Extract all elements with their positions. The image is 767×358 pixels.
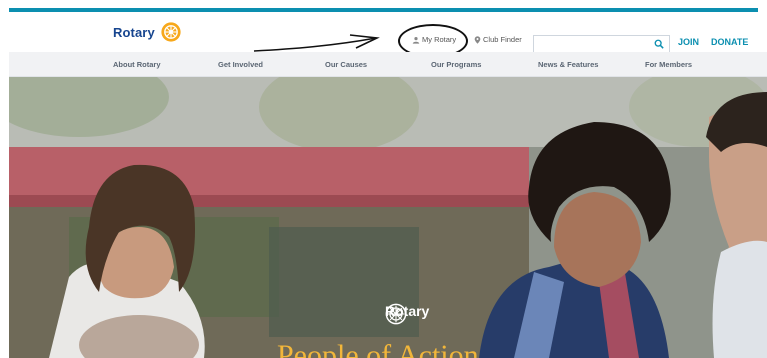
location-pin-icon [474,35,481,44]
site-header: Rotary My Rotary Club Finder JOIN DONATE [0,12,767,58]
nav-our-programs[interactable]: Our Programs [431,60,481,69]
rotary-wheel-icon [385,303,407,325]
nav-our-causes[interactable]: Our Causes [325,60,367,69]
rotary-wheel-icon [161,22,181,42]
donate-button[interactable]: DONATE [711,37,748,47]
nav-about-rotary[interactable]: About Rotary [113,60,161,69]
top-accent-bar [0,0,767,12]
club-finder-link[interactable]: Club Finder [474,35,522,44]
nav-news-features[interactable]: News & Features [538,60,598,69]
user-icon [412,36,420,44]
hero-headline: People of Action [277,339,479,358]
search-icon[interactable] [654,39,664,49]
my-rotary-label: My Rotary [422,35,457,44]
logo-text: Rotary [113,24,155,40]
main-navigation: About Rotary Get Involved Our Causes Our… [9,52,767,77]
hero-rotary-logo: Rotary [385,303,429,325]
nav-get-involved[interactable]: Get Involved [218,60,263,69]
hero-banner: Rotary People of Action [9,77,767,358]
join-button[interactable]: JOIN [678,37,699,47]
nav-for-members[interactable]: For Members [645,60,692,69]
club-finder-label: Club Finder [483,35,522,44]
rotary-logo[interactable]: Rotary [113,21,182,43]
